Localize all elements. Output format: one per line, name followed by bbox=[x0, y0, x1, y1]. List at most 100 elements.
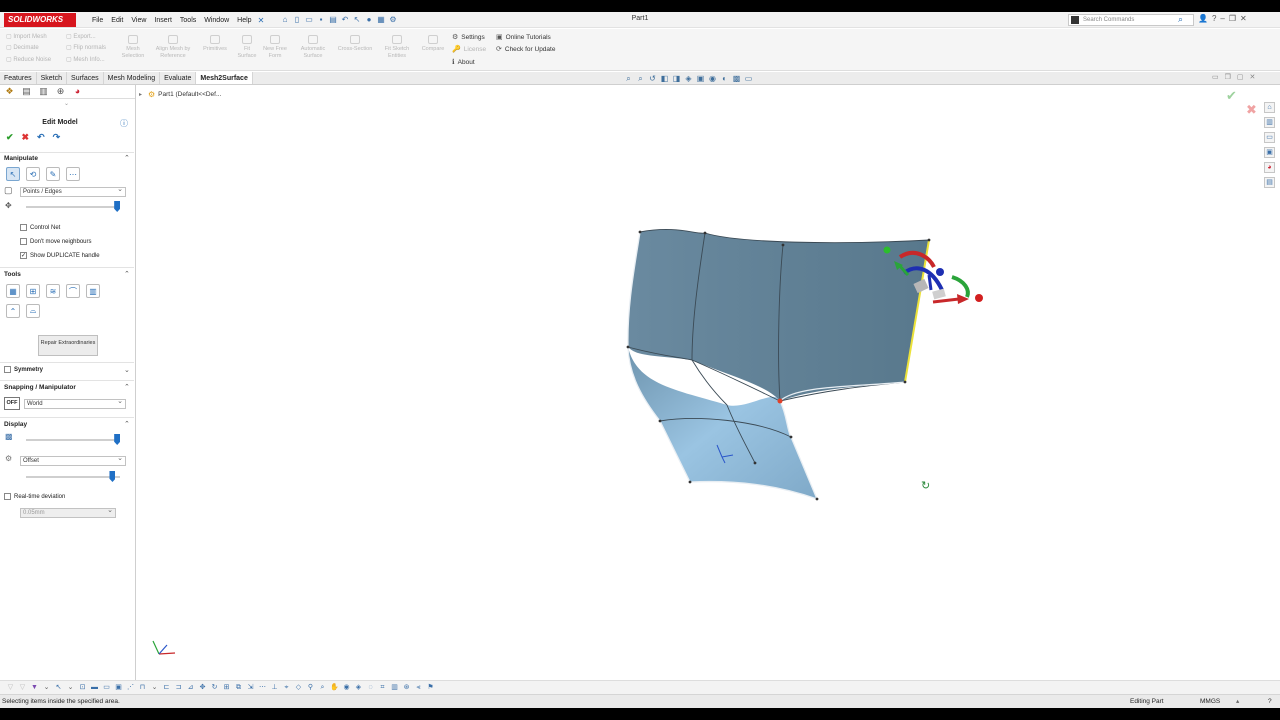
import-mesh-button[interactable]: ▢ Import Mesh bbox=[6, 33, 47, 40]
arc-tool-button[interactable]: ⌓ bbox=[26, 304, 40, 318]
dont-move-neighbours-option[interactable]: Don't move neighbours bbox=[20, 238, 92, 245]
dimension-icon[interactable]: ⌖ bbox=[282, 683, 291, 692]
mate-icon[interactable]: ⊛ bbox=[402, 683, 411, 692]
mesh-info-button[interactable]: ▢ Mesh Info... bbox=[66, 56, 105, 63]
coordinate-system-dropdown[interactable]: World bbox=[24, 398, 126, 409]
property-manager-icon[interactable]: ▤ bbox=[21, 86, 32, 97]
relations-icon[interactable]: ⊥ bbox=[270, 683, 279, 692]
viewport-close-icon[interactable]: ✕ bbox=[1250, 73, 1256, 81]
filter-edges-icon[interactable]: ▼ bbox=[30, 683, 39, 692]
measure-icon[interactable]: ⌗ bbox=[378, 683, 387, 692]
units-dropdown-icon[interactable]: ▴ bbox=[1236, 695, 1239, 708]
peak-tool-button[interactable]: ⌃ bbox=[6, 304, 20, 318]
filter-icon[interactable]: ▽ bbox=[6, 683, 15, 692]
previous-view-icon[interactable]: ↺ bbox=[648, 74, 657, 83]
redo-icon[interactable]: ↷ bbox=[53, 132, 61, 143]
select-arrow-icon[interactable]: ↖ bbox=[352, 14, 362, 25]
edit-appearance-icon[interactable]: ◐ bbox=[720, 74, 729, 83]
viewport-maximize-icon[interactable]: ▢ bbox=[1237, 73, 1244, 81]
cross-section-button[interactable]: Cross-Section bbox=[334, 35, 376, 53]
save-icon[interactable]: ▪ bbox=[316, 14, 326, 25]
about-button[interactable]: ℹ About bbox=[452, 58, 475, 67]
open-folder-icon[interactable]: ▭ bbox=[304, 14, 314, 25]
stretch-icon[interactable]: ⇲ bbox=[246, 683, 255, 692]
close-icon[interactable]: ✕ bbox=[1240, 14, 1247, 23]
hide-icon[interactable]: ◌ bbox=[366, 683, 375, 692]
lasso-tool-button[interactable]: ⟲ bbox=[26, 167, 40, 181]
view-orientation-icon[interactable]: ◈ bbox=[684, 74, 693, 83]
show-duplicate-handle-option[interactable]: ✓ Show DUPLICATE handle bbox=[20, 252, 100, 259]
align-icon[interactable]: ⫷ bbox=[414, 683, 423, 692]
menu-file[interactable]: File bbox=[88, 17, 107, 24]
user-icon[interactable]: 👤 bbox=[1198, 14, 1208, 23]
settings-button[interactable]: ⚙ Settings bbox=[452, 33, 485, 42]
new-free-form-button[interactable]: New Free Form bbox=[262, 35, 288, 60]
align-mesh-button[interactable]: Align Mesh by Reference bbox=[152, 35, 194, 60]
tab-sketch[interactable]: Sketch bbox=[37, 72, 68, 84]
grid-tool-button[interactable]: ▦ bbox=[6, 284, 20, 298]
copy-icon[interactable]: ⧉ bbox=[234, 683, 243, 692]
display-collapse-icon[interactable]: ⌃ bbox=[124, 420, 130, 428]
manipulate-slider[interactable] bbox=[26, 201, 121, 212]
filter-clear-icon[interactable]: ▽ bbox=[18, 683, 27, 692]
tab-mesh-modeling[interactable]: Mesh Modeling bbox=[104, 72, 161, 84]
dropdown-arrow-icon[interactable]: ⌄ bbox=[42, 683, 51, 692]
show-duplicate-handle-checkbox[interactable]: ✓ bbox=[20, 252, 27, 259]
view-palette-icon[interactable]: ▣ bbox=[1264, 147, 1275, 158]
edge-loop-tool-button[interactable]: ⋯ bbox=[66, 167, 80, 181]
dynamic-annotation-icon[interactable]: ◨ bbox=[672, 74, 681, 83]
view-icon[interactable]: ◉ bbox=[342, 683, 351, 692]
viewport-restore-icon[interactable]: ❐ bbox=[1225, 73, 1231, 81]
freeform-surface[interactable] bbox=[626, 229, 931, 501]
section-view-icon[interactable]: ◧ bbox=[660, 74, 669, 83]
symmetry-section[interactable]: Symmetry bbox=[4, 366, 43, 373]
tab-evaluate[interactable]: Evaluate bbox=[160, 72, 197, 84]
export-button[interactable]: ▢ Export... bbox=[66, 33, 96, 40]
mirror-icon[interactable]: ⊿ bbox=[186, 683, 195, 692]
move-icon[interactable]: ✥ bbox=[198, 683, 207, 692]
display-slider-1-thumb[interactable] bbox=[114, 434, 121, 445]
search-scope-icon[interactable] bbox=[1071, 16, 1079, 24]
zoom-icon[interactable]: ⌕ bbox=[318, 683, 327, 692]
selection-mode-dropdown[interactable]: Points / Edges bbox=[20, 186, 126, 197]
fix-icon[interactable]: ⚲ bbox=[306, 683, 315, 692]
feature-manager-icon[interactable]: ❖ bbox=[4, 86, 15, 97]
realtime-deviation-checkbox[interactable] bbox=[4, 493, 11, 500]
flag-icon[interactable]: ⚑ bbox=[426, 683, 435, 692]
new-document-icon[interactable]: ▯ bbox=[292, 14, 302, 25]
display-style-icon[interactable]: ▣ bbox=[696, 74, 705, 83]
license-button[interactable]: 🔑 License bbox=[452, 45, 486, 54]
brush-tool-button[interactable]: ✎ bbox=[46, 167, 60, 181]
online-tutorials-button[interactable]: ▣ Online Tutorials bbox=[496, 33, 551, 42]
box-select-icon[interactable]: ⊡ bbox=[78, 683, 87, 692]
insert-edge-tool-button[interactable]: ⊞ bbox=[26, 284, 40, 298]
display-slider-2-thumb[interactable] bbox=[109, 471, 116, 482]
configuration-manager-icon[interactable]: ▥ bbox=[38, 86, 49, 97]
dont-move-neighbours-checkbox[interactable] bbox=[20, 238, 27, 245]
display-icon[interactable]: ◈ bbox=[354, 683, 363, 692]
print-icon[interactable]: ▤ bbox=[328, 14, 338, 25]
minimize-icon[interactable]: – bbox=[1220, 14, 1224, 23]
convert-icon[interactable]: ⊏ bbox=[162, 683, 171, 692]
compare-button[interactable]: Compare bbox=[418, 35, 448, 53]
split-tool-button[interactable]: ▥ bbox=[86, 284, 100, 298]
file-explorer-icon[interactable]: ▭ bbox=[1264, 132, 1275, 143]
tab-features[interactable]: Features bbox=[0, 72, 37, 84]
undo-icon[interactable]: ↶ bbox=[37, 132, 45, 143]
appearances-icon[interactable]: ◕ bbox=[1264, 162, 1275, 173]
menu-edit[interactable]: Edit bbox=[107, 17, 127, 24]
deviation-value-field[interactable]: 0.05mm bbox=[20, 507, 116, 518]
pin-icon[interactable]: ✕ bbox=[258, 16, 265, 25]
ok-check-icon[interactable]: ✔ bbox=[6, 132, 14, 143]
display-slider-2[interactable] bbox=[26, 471, 120, 482]
smooth-tool-button[interactable]: ≋ bbox=[46, 284, 60, 298]
realtime-deviation-option[interactable]: Real-time deviation bbox=[4, 493, 65, 500]
display-mode-dropdown[interactable]: Offset bbox=[20, 455, 126, 466]
sketch-box-icon[interactable]: ▣ bbox=[114, 683, 123, 692]
graphics-viewport[interactable] bbox=[137, 85, 1257, 680]
pattern-icon[interactable]: ⋯ bbox=[258, 683, 267, 692]
trim-icon[interactable]: ⊓ bbox=[138, 683, 147, 692]
menu-window[interactable]: Window bbox=[200, 17, 233, 24]
rotate-icon[interactable]: ↻ bbox=[210, 683, 219, 692]
offset-entities-icon[interactable]: ⊐ bbox=[174, 683, 183, 692]
